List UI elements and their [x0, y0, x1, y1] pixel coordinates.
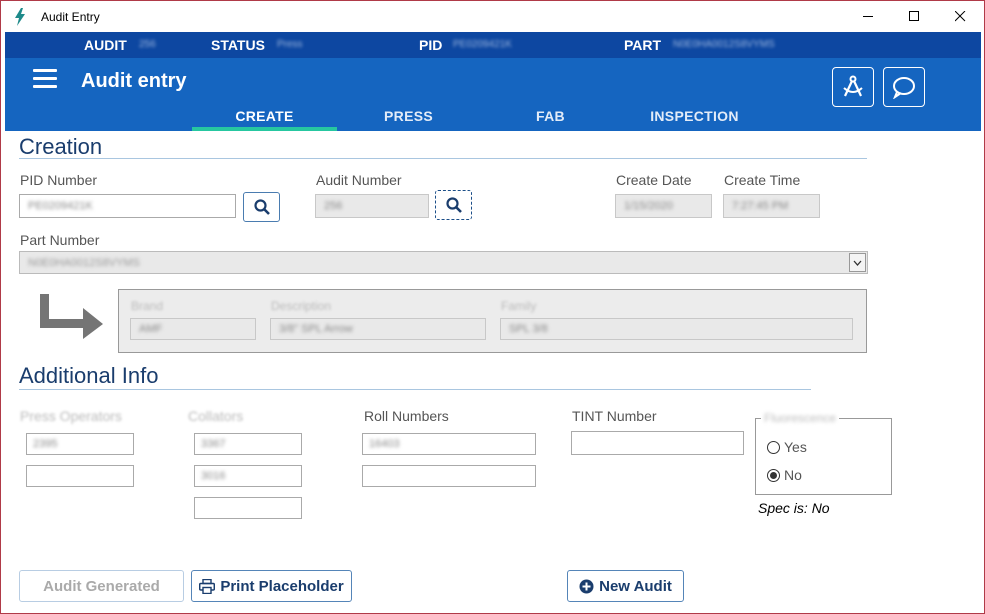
audit-generated-button[interactable]: Audit Generated	[19, 570, 184, 602]
tab-create[interactable]: CREATE	[192, 105, 337, 131]
pid-search-button[interactable]	[243, 192, 280, 222]
maximize-button[interactable]	[891, 1, 937, 32]
tab-press[interactable]: PRESS	[336, 105, 481, 131]
roll-numbers-label: Roll Numbers	[364, 408, 449, 424]
collator-input-3[interactable]	[194, 497, 302, 519]
fluorescence-label: Fluorescence	[761, 411, 840, 425]
create-date-input: 1/15/2020	[615, 194, 712, 218]
brand-input: AMF	[130, 318, 256, 340]
window-title: Audit Entry	[41, 10, 100, 24]
tab-inspection[interactable]: INSPECTION	[622, 105, 767, 131]
app-lightning-icon	[15, 8, 25, 26]
audit-entry-window: Audit Entry AUDIT 256 STATUS Press PID P…	[0, 0, 985, 614]
collators-label: Collators	[188, 408, 244, 424]
pid-label: PID	[419, 37, 443, 53]
yes-label: Yes	[784, 439, 807, 455]
additional-info-section-title: Additional Info	[19, 363, 159, 388]
audit-value: 256	[139, 39, 156, 50]
minimize-button[interactable]	[845, 1, 891, 32]
new-audit-button[interactable]: New Audit	[567, 570, 684, 602]
yes-radio[interactable]	[767, 440, 780, 454]
description-label: Description	[271, 299, 332, 313]
spec-text: Spec is: No	[758, 500, 830, 516]
speech-bubble-icon	[893, 77, 915, 99]
create-time-label: Create Time	[724, 172, 801, 188]
pid-number-input[interactable]: PE0209421K	[19, 194, 236, 218]
no-label: No	[784, 467, 802, 483]
part-details-panel: Brand AMF Description 3/8" SPL Arrow Fam…	[118, 289, 867, 353]
title-bar[interactable]: Audit Entry	[1, 1, 984, 32]
hamburger-menu-icon[interactable]	[33, 69, 57, 89]
additional-info-divider	[19, 389, 811, 390]
family-input: SPL 3/8	[500, 318, 853, 340]
audit-number-label: Audit Number	[316, 172, 402, 188]
tab-fab[interactable]: FAB	[478, 105, 623, 131]
plus-circle-icon	[579, 579, 594, 593]
creation-section-title: Creation	[19, 134, 103, 159]
audit-number-input[interactable]: 256	[315, 194, 429, 218]
audit-search-button[interactable]	[435, 190, 472, 220]
press-operators-label: Press Operators	[20, 408, 122, 424]
chevron-down-icon[interactable]	[849, 253, 866, 272]
maximize-icon	[908, 11, 919, 21]
brand-label: Brand	[131, 299, 164, 313]
creation-divider	[19, 158, 867, 159]
fluorescence-no-option[interactable]: No	[767, 467, 802, 483]
status-value: Press	[277, 39, 303, 50]
search-icon	[253, 199, 270, 215]
roll-number-input-2[interactable]	[362, 465, 536, 487]
press-operator-input-1[interactable]: 2395	[26, 433, 134, 455]
compass-button[interactable]	[832, 67, 874, 107]
page-title: Audit entry	[81, 70, 187, 92]
close-icon	[954, 11, 965, 22]
part-value: N0E0HA0012S8VYMS	[673, 39, 775, 50]
no-radio[interactable]	[767, 468, 780, 482]
pid-value: PE0209421K	[453, 39, 512, 50]
roll-number-input-1[interactable]: 16403	[362, 433, 536, 455]
drafting-compass-icon	[843, 75, 863, 97]
close-button[interactable]	[937, 1, 983, 32]
audit-info-bar: AUDIT 256 STATUS Press PID PE0209421K PA…	[5, 32, 981, 58]
app-header: AUDIT 256 STATUS Press PID PE0209421K PA…	[5, 32, 981, 131]
fluorescence-group	[755, 418, 892, 495]
description-input: 3/8" SPL Arrow	[270, 318, 486, 340]
status-label: STATUS	[211, 37, 265, 53]
family-label: Family	[501, 299, 537, 313]
part-label: PART	[624, 37, 662, 53]
create-date-label: Create Date	[616, 172, 692, 188]
minimize-icon	[862, 16, 873, 17]
search-icon	[445, 197, 462, 213]
fluorescence-yes-option[interactable]: Yes	[767, 439, 807, 455]
turn-arrow-icon	[40, 294, 103, 339]
printer-icon	[199, 578, 216, 594]
audit-label: AUDIT	[84, 37, 127, 53]
tint-number-input[interactable]	[571, 431, 744, 455]
print-placeholder-button[interactable]: Print Placeholder	[191, 570, 352, 602]
part-number-select[interactable]: N0E0HA0012S8VYMS	[19, 251, 868, 274]
collator-input-2[interactable]: 3016	[194, 465, 302, 487]
press-operator-input-2[interactable]	[26, 465, 134, 487]
feedback-button[interactable]	[883, 67, 925, 107]
collator-input-1[interactable]: 3367	[194, 433, 302, 455]
part-number-label: Part Number	[20, 232, 100, 248]
tint-number-label: TINT Number	[572, 408, 657, 424]
pid-number-label: PID Number	[20, 172, 98, 188]
create-time-input: 7:27:45 PM	[723, 194, 820, 218]
